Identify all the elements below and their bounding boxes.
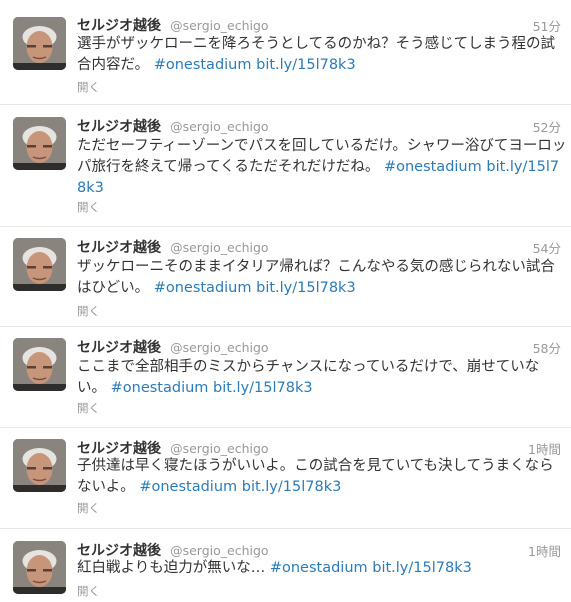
author-handle[interactable]: @sergio_echigo [170,18,268,33]
tweet-item[interactable]: セルジオ越後 @sergio_echigo 1時間 紅白戦よりも迫力が無いな… … [0,529,571,602]
tweet-item[interactable]: セルジオ越後 @sergio_echigo 52分 ただセーフティーゾーンでパス… [0,105,571,227]
url-link[interactable]: bit.ly/15l78k3 [372,560,472,576]
expand-link[interactable]: 開く [77,400,100,416]
author-name[interactable]: セルジオ越後 [77,543,161,559]
expand-link[interactable]: 開く [77,500,100,516]
tweet-timestamp[interactable]: 58分 [533,338,561,357]
tweet-text: 子供達は早く寝たほうがいいよ。この試合を見ていても決してうまくならないよ。 #o… [77,456,567,498]
hashtag-link[interactable]: #onestadium [139,479,237,495]
tweet-text: ザッケローニそのままイタリア帰れば？こんなやる気の感じられない試合はひどい。 #… [77,257,567,299]
hashtag-link[interactable]: #onestadium [154,280,252,296]
avatar[interactable] [13,338,66,391]
author-handle[interactable]: @sergio_echigo [170,340,268,355]
tweet-timeline: セルジオ越後 @sergio_echigo 51分 選手がザッケローニを降ろそう… [0,0,571,602]
tweet-item[interactable]: セルジオ越後 @sergio_echigo 1時間 子供達は早く寝たほうがいいよ… [0,428,571,529]
tweet-text: ただセーフティーゾーンでパスを回しているだけ。シャワー浴びてヨーロッパ旅行を終え… [77,136,567,199]
tweet-text: ここまで全部相手のミスからチャンスになっているだけで、崩せていない。 #ones… [77,357,567,399]
author-handle[interactable]: @sergio_echigo [170,119,268,134]
author-name[interactable]: セルジオ越後 [77,18,161,34]
tweet-timestamp[interactable]: 52分 [533,117,561,136]
hashtag-link[interactable]: #onestadium [384,159,482,175]
avatar[interactable] [13,439,66,492]
tweet-timestamp[interactable]: 54分 [533,238,561,257]
hashtag-link[interactable]: #onestadium [270,560,368,576]
expand-link[interactable]: 開く [77,583,100,599]
tweet-text: 選手がザッケローニを降ろそうとしてるのかね？そう感じてしまう程の試合内容だ。 #… [77,34,567,76]
url-link[interactable]: bit.ly/15l78k3 [242,479,342,495]
hashtag-link[interactable]: #onestadium [154,57,252,73]
avatar[interactable] [13,238,66,291]
avatar[interactable] [13,541,66,594]
author-name[interactable]: セルジオ越後 [77,441,161,457]
author-name[interactable]: セルジオ越後 [77,119,161,135]
avatar[interactable] [13,17,66,70]
tweet-item[interactable]: セルジオ越後 @sergio_echigo 51分 選手がザッケローニを降ろそう… [0,0,571,105]
tweet-item[interactable]: セルジオ越後 @sergio_echigo 58分 ここまで全部相手のミスからチ… [0,327,571,428]
url-link[interactable]: bit.ly/15l78k3 [256,57,356,73]
author-handle[interactable]: @sergio_echigo [170,441,268,456]
author-name[interactable]: セルジオ越後 [77,340,161,356]
url-link[interactable]: bit.ly/15l78k3 [256,280,356,296]
tweet-text: 紅白戦よりも迫力が無いな… #onestadium bit.ly/15l78k3 [77,558,567,579]
expand-link[interactable]: 開く [77,199,100,215]
tweet-item[interactable]: セルジオ越後 @sergio_echigo 54分 ザッケローニそのままイタリア… [0,227,571,327]
tweet-body: 紅白戦よりも迫力が無いな… [77,560,266,576]
author-handle[interactable]: @sergio_echigo [170,240,268,255]
expand-link[interactable]: 開く [77,79,100,95]
author-handle[interactable]: @sergio_echigo [170,543,268,558]
url-link[interactable]: bit.ly/15l78k3 [213,380,313,396]
hashtag-link[interactable]: #onestadium [111,380,209,396]
avatar[interactable] [13,117,66,170]
author-name[interactable]: セルジオ越後 [77,240,161,256]
expand-link[interactable]: 開く [77,303,100,319]
tweet-timestamp[interactable]: 51分 [533,16,561,35]
